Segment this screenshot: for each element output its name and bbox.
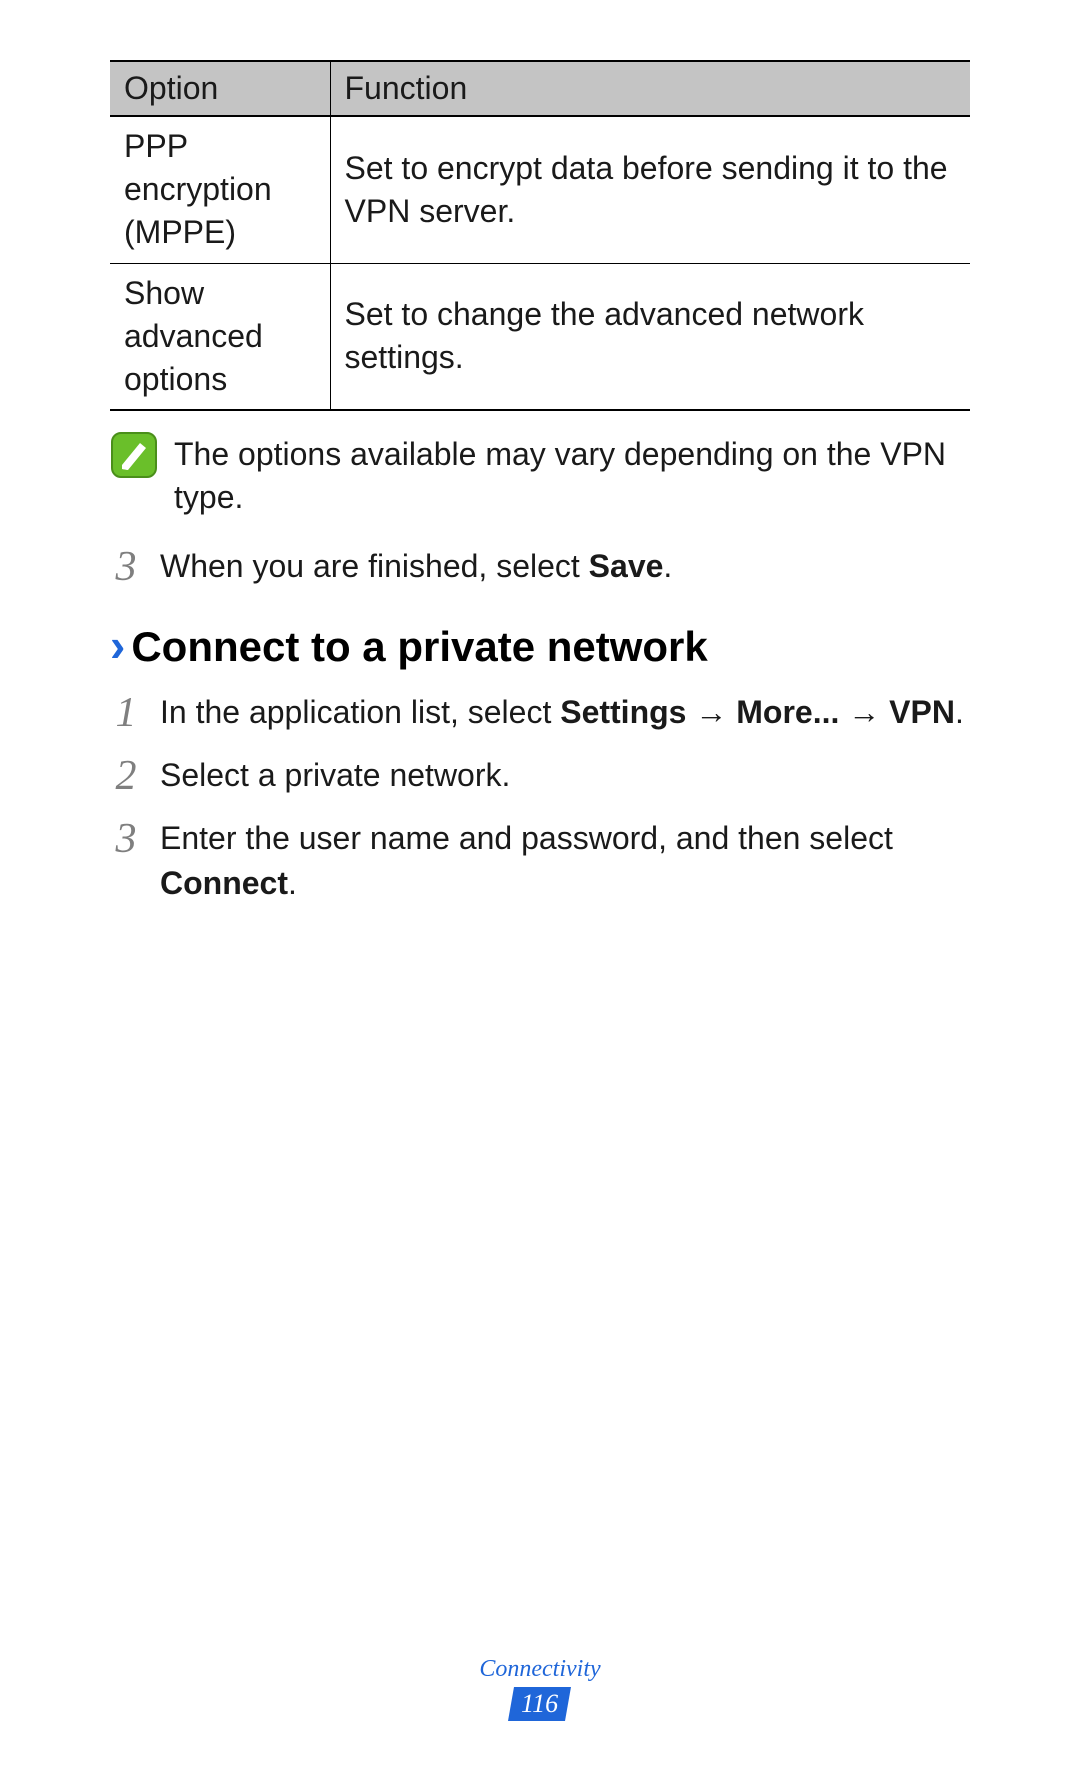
step-number: 3 <box>110 816 142 860</box>
chevron-icon: › <box>110 619 125 671</box>
step-body: Select a private network. <box>160 753 510 798</box>
note-icon <box>110 431 158 479</box>
cell-option: Show advanced options <box>110 263 330 410</box>
page-number-badge: 116 <box>508 1687 571 1721</box>
cell-function: Set to change the advanced network setti… <box>330 263 970 410</box>
footer-section-label: Connectivity <box>0 1656 1080 1683</box>
page-footer: Connectivity 116 <box>0 1656 1080 1721</box>
step-row: 2 Select a private network. <box>110 753 970 798</box>
note-text: The options available may vary depending… <box>174 431 970 519</box>
cell-function: Set to encrypt data before sending it to… <box>330 116 970 263</box>
options-table: Option Function PPP encryption (MPPE) Se… <box>110 60 970 411</box>
cell-option: PPP encryption (MPPE) <box>110 116 330 263</box>
note: The options available may vary depending… <box>110 431 970 519</box>
step-body: When you are finished, select Save. <box>160 544 672 589</box>
section-heading: ›Connect to a private network <box>110 618 970 672</box>
step-body: In the application list, select Settings… <box>160 690 964 735</box>
step-number: 2 <box>110 753 142 797</box>
table-row: PPP encryption (MPPE) Set to encrypt dat… <box>110 116 970 263</box>
step-number: 3 <box>110 544 142 588</box>
step-row: 3 Enter the user name and password, and … <box>110 816 970 906</box>
th-function: Function <box>330 61 970 116</box>
table-row: Show advanced options Set to change the … <box>110 263 970 410</box>
th-option: Option <box>110 61 330 116</box>
step-row: 1 In the application list, select Settin… <box>110 690 970 735</box>
step-number: 1 <box>110 690 142 734</box>
step-body: Enter the user name and password, and th… <box>160 816 970 906</box>
step-row: 3 When you are finished, select Save. <box>110 544 970 589</box>
